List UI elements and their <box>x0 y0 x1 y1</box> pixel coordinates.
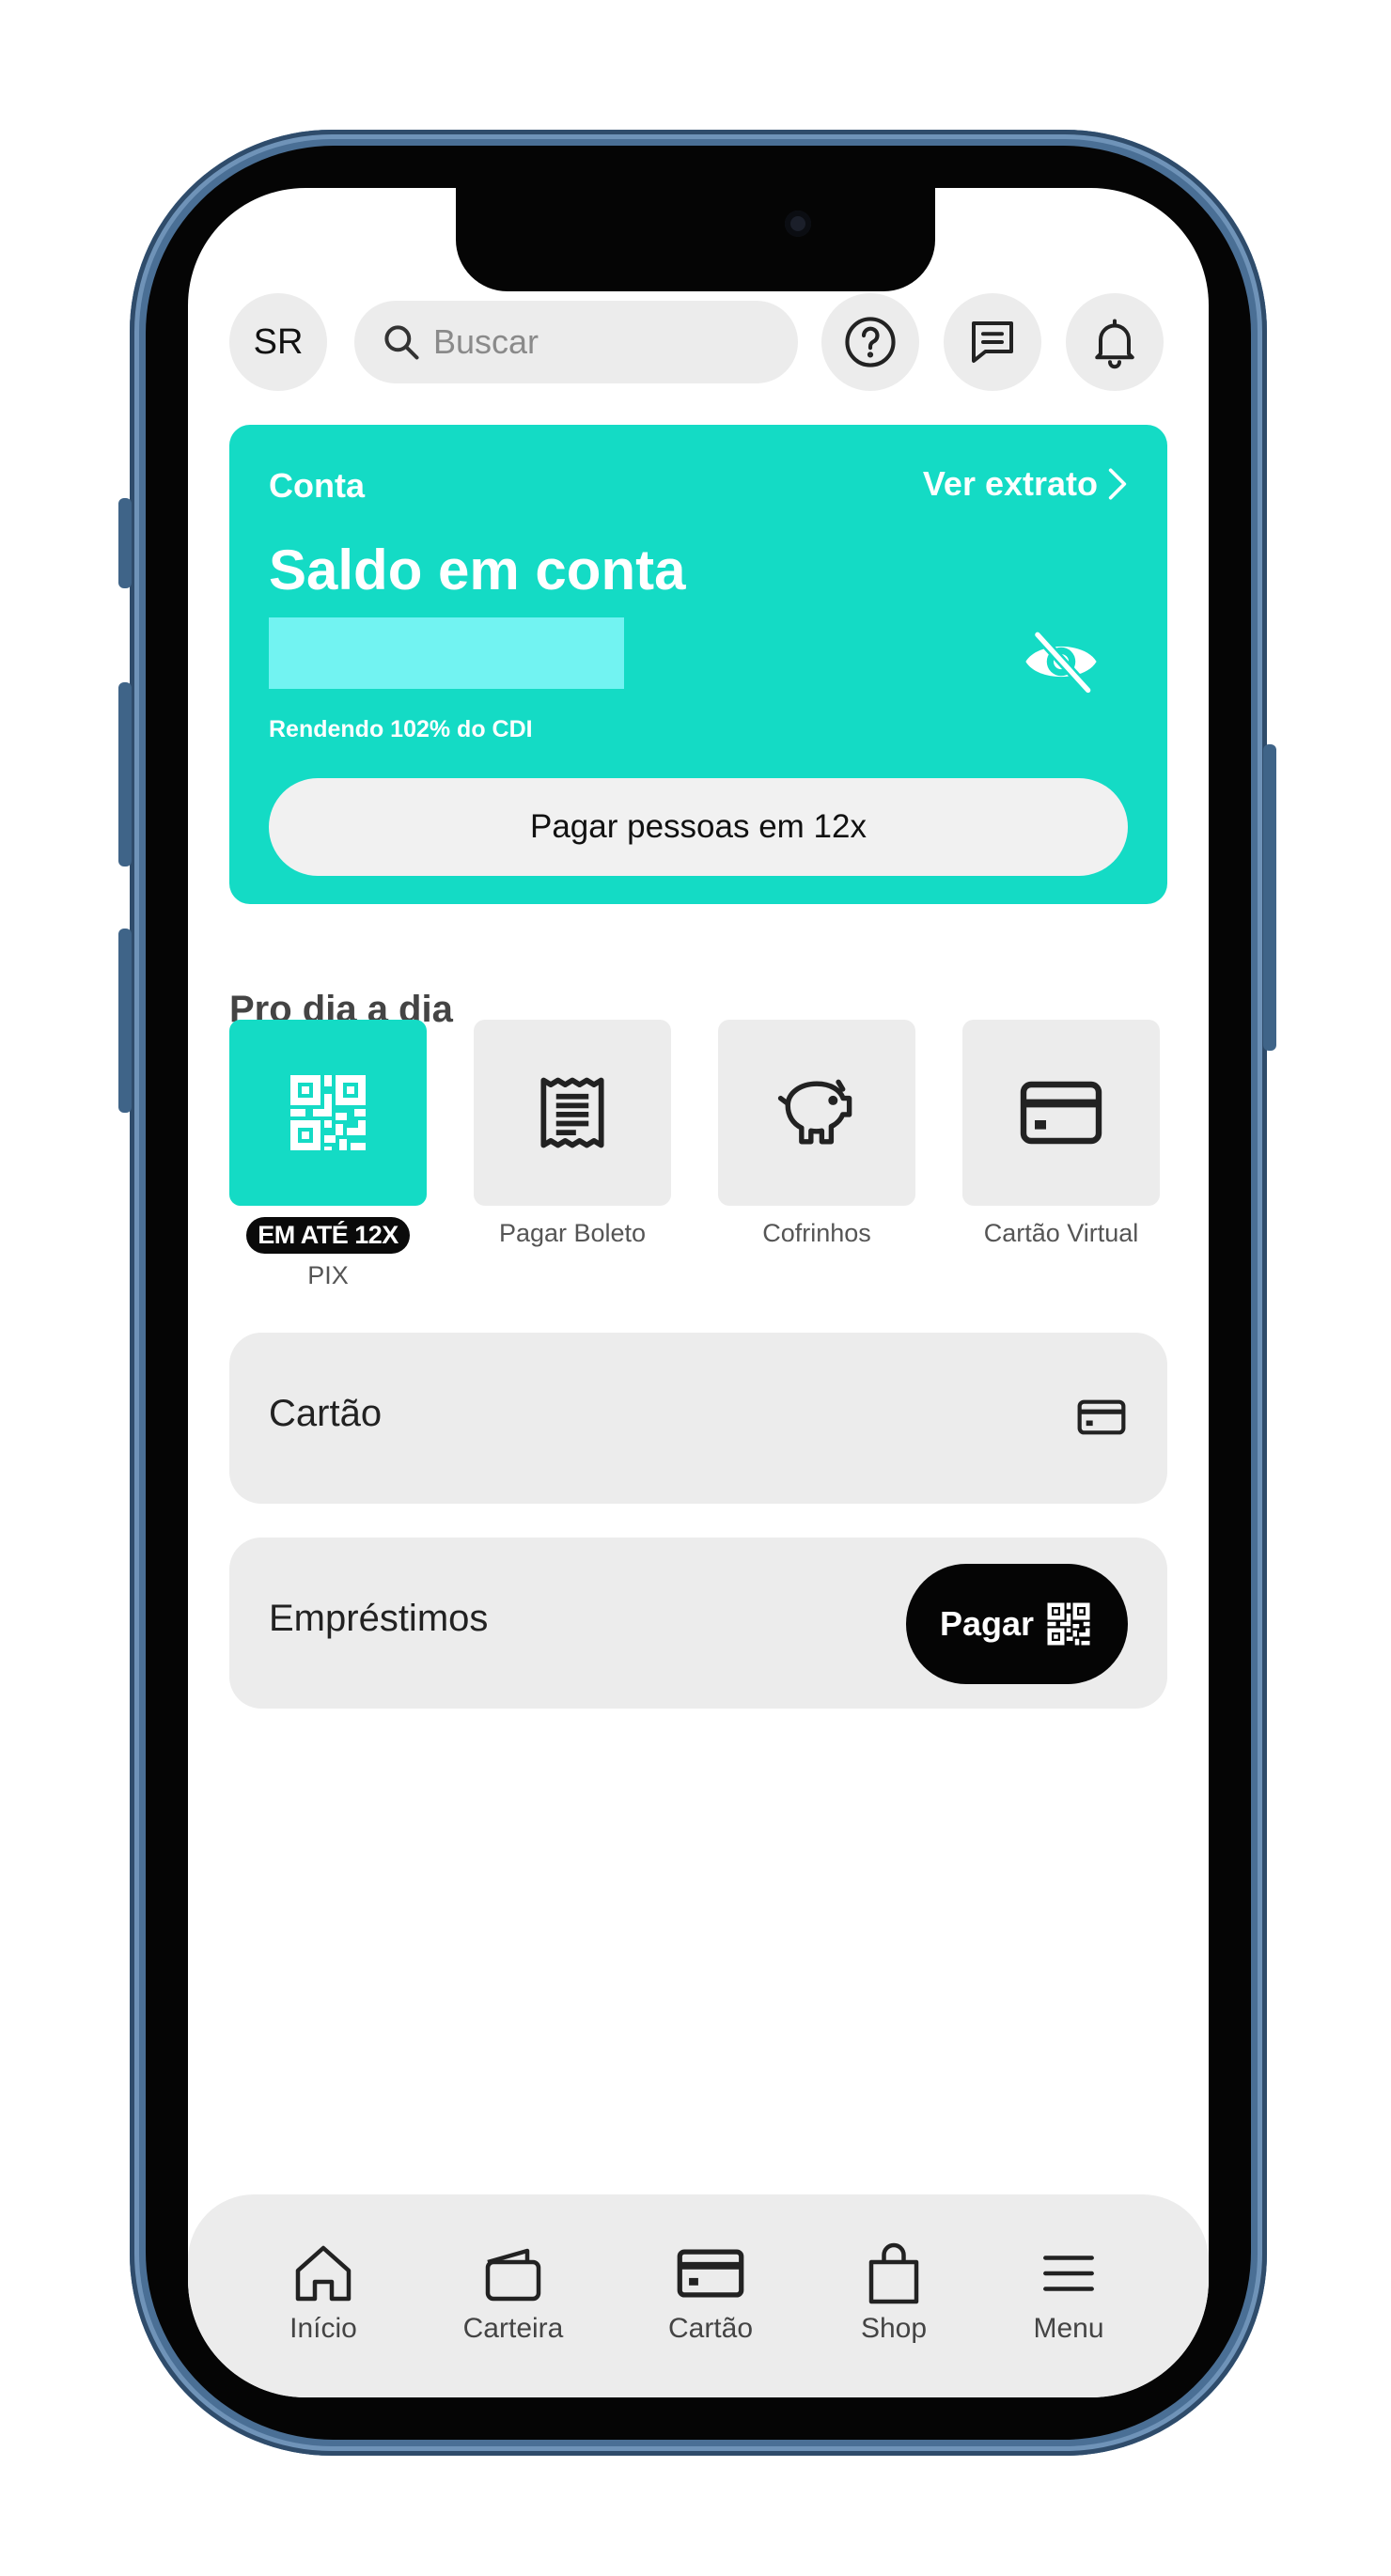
nav-wallet-label: Carteira <box>462 2313 564 2344</box>
account-card: Conta Ver extrato Saldo em conta Rendend… <box>229 425 1167 904</box>
loans-row[interactable]: Empréstimos Pagar <box>229 1538 1167 1709</box>
account-label: Conta <box>269 466 365 505</box>
balance-title: Saldo em conta <box>269 539 686 601</box>
camera <box>785 211 811 237</box>
nav-card[interactable]: Cartão <box>640 2240 781 2345</box>
toggle-balance-visibility[interactable] <box>1019 624 1103 699</box>
qr-code-icon <box>1047 1602 1090 1646</box>
avatar[interactable]: SR <box>229 293 327 391</box>
messages-button[interactable] <box>944 293 1041 391</box>
side-button-power <box>1263 744 1276 1051</box>
card-row[interactable]: Cartão <box>229 1333 1167 1504</box>
nav-menu[interactable]: Menu <box>998 2240 1139 2345</box>
receipt-icon <box>540 1077 604 1148</box>
shopping-bag-icon <box>868 2242 919 2304</box>
notch <box>456 188 935 291</box>
piggy-bank-icon <box>777 1079 852 1145</box>
side-button-mute <box>118 498 132 588</box>
action-virtual-card: Cartão Virtual <box>962 1020 1160 1248</box>
phone-screen: SR Conta Ver extrato <box>188 188 1209 2397</box>
pix-label: PIX <box>307 1261 349 1289</box>
pay-boleto-button[interactable] <box>474 1020 671 1206</box>
hamburger-icon <box>1043 2256 1094 2291</box>
notifications-button[interactable] <box>1066 293 1164 391</box>
nav-menu-label: Menu <box>1033 2313 1104 2344</box>
pay-people-12x-button[interactable]: Pagar pessoas em 12x <box>269 778 1128 876</box>
bell-icon <box>1095 319 1134 369</box>
search-icon <box>384 325 419 360</box>
pay-qr-button[interactable]: Pagar <box>906 1564 1128 1684</box>
nav-home-label: Início <box>289 2313 357 2344</box>
loans-row-label: Empréstimos <box>269 1598 489 1639</box>
card-row-label: Cartão <box>269 1393 383 1434</box>
pix-installments-badge: EM ATÉ 12X <box>246 1217 410 1254</box>
action-cofrinhos: Cofrinhos <box>718 1020 915 1248</box>
pay-qr-label: Pagar <box>939 1604 1035 1643</box>
nav-shop-label: Shop <box>860 2313 928 2344</box>
help-icon <box>845 317 896 367</box>
yield-text: Rendendo 102% do CDI <box>269 716 533 742</box>
credit-card-icon <box>1020 1081 1102 1145</box>
nav-wallet[interactable]: Carteira <box>443 2240 584 2345</box>
wallet-icon <box>485 2248 541 2302</box>
action-pix: EM ATÉ 12X PIX <box>229 1020 427 1290</box>
nav-home[interactable]: Início <box>253 2240 394 2345</box>
nav-card-label: Cartão <box>667 2313 754 2344</box>
pay-boleto-label: Pagar Boleto <box>498 1219 647 1247</box>
side-button-volume-down <box>118 929 132 1113</box>
action-pay-boleto: Pagar Boleto <box>474 1020 671 1248</box>
credit-card-icon <box>677 2249 744 2298</box>
virtual-card-button[interactable] <box>962 1020 1160 1206</box>
virtual-card-label: Cartão Virtual <box>983 1219 1139 1247</box>
credit-card-icon <box>1077 1399 1126 1435</box>
statement-link-label: Ver extrato <box>922 464 1098 503</box>
chat-icon <box>972 321 1013 363</box>
search-input[interactable] <box>431 321 774 363</box>
help-button[interactable] <box>821 293 919 391</box>
eye-off-icon <box>1025 629 1097 695</box>
cofrinhos-label: Cofrinhos <box>762 1219 871 1247</box>
qr-code-icon <box>290 1075 366 1150</box>
cofrinhos-button[interactable] <box>718 1020 915 1206</box>
search-bar[interactable] <box>354 301 798 383</box>
balance-hidden-value <box>269 617 624 689</box>
statement-link[interactable]: Ver extrato <box>923 464 1128 504</box>
nav-shop[interactable]: Shop <box>823 2240 964 2345</box>
pix-button[interactable] <box>229 1020 427 1206</box>
side-button-volume-up <box>118 682 132 866</box>
home-icon <box>295 2245 352 2302</box>
chevron-right-icon <box>1108 468 1127 500</box>
bottom-nav: Início Carteira Cartão Shop Menu <box>188 2194 1209 2397</box>
